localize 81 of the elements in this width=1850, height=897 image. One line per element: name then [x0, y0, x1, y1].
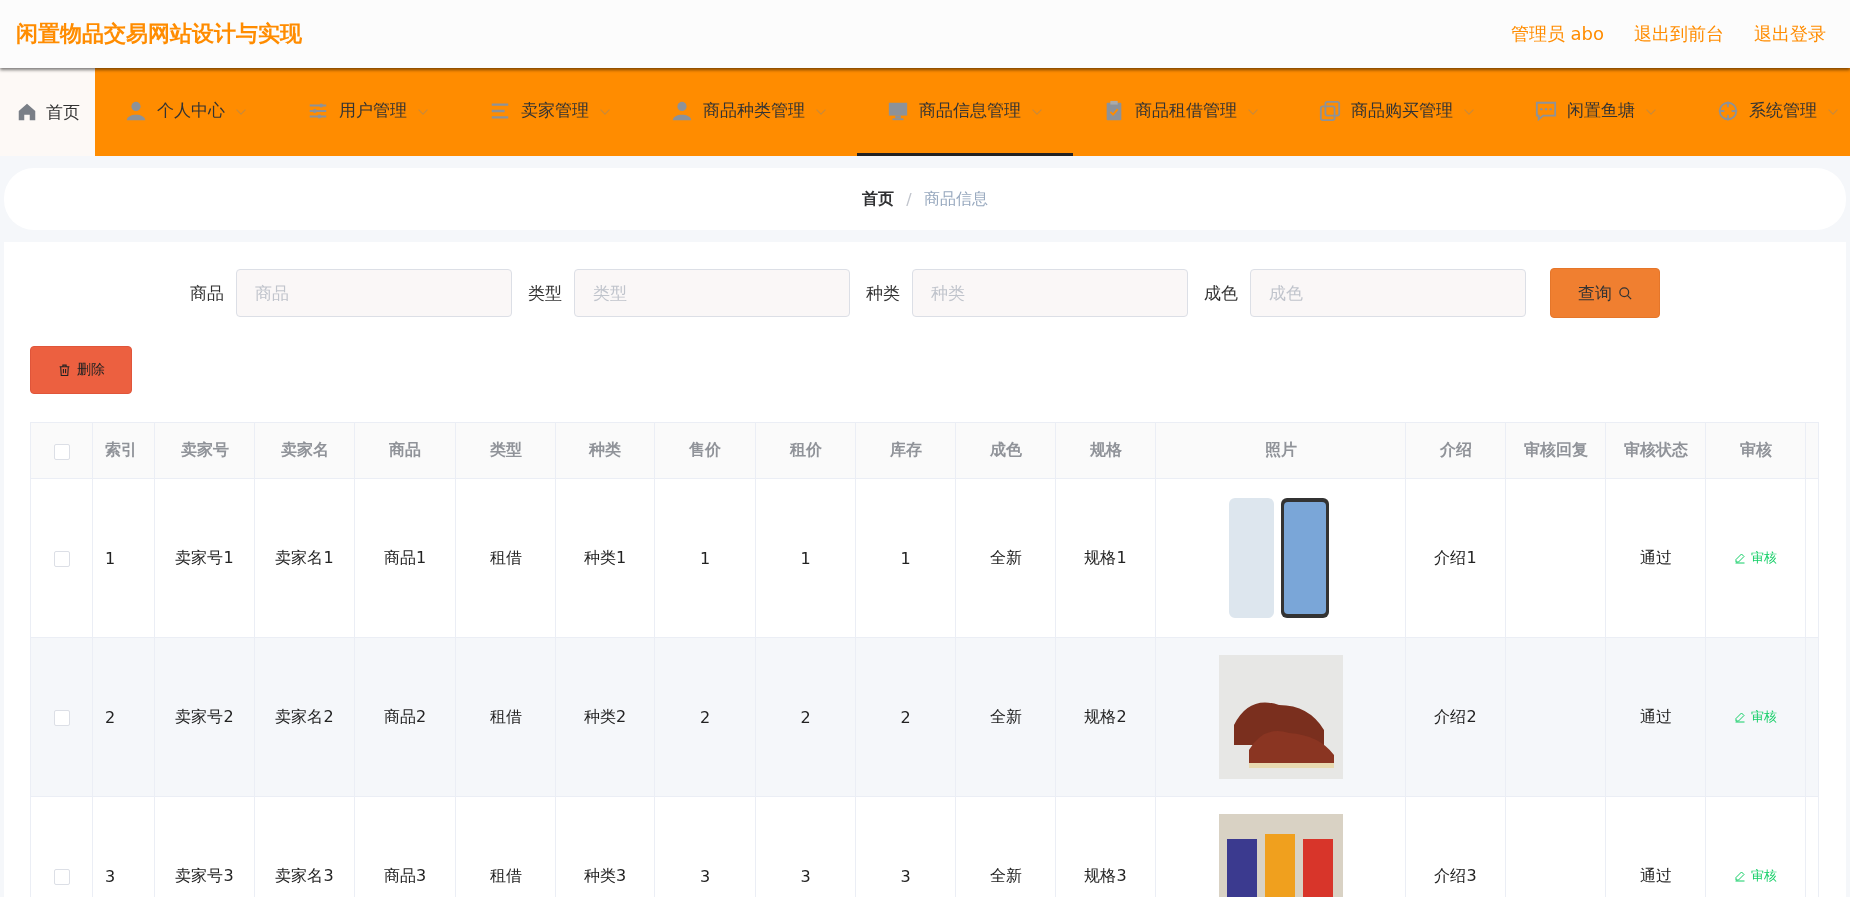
- nav-menu-item[interactable]: 商品购买管理: [1289, 68, 1505, 156]
- column-header: 租价: [755, 422, 856, 479]
- nav-menu-item[interactable]: 系统管理: [1687, 68, 1850, 156]
- column-header: 成色: [955, 422, 1056, 479]
- table-cell: 2: [755, 637, 856, 797]
- table-cell: 1: [855, 478, 956, 638]
- search-field[interactable]: 类型: [574, 269, 850, 317]
- table-cell: 2: [92, 637, 155, 797]
- person-icon: [125, 99, 147, 122]
- table-cell: 卖家号1: [154, 478, 255, 638]
- table-cell: 租借: [455, 637, 556, 797]
- table-cell: 商品2: [354, 637, 456, 797]
- search-button[interactable]: 查询: [1550, 268, 1660, 318]
- table-cell: 全新: [955, 637, 1056, 797]
- trash-icon: [57, 363, 71, 377]
- table-cell: 通过: [1605, 637, 1706, 797]
- field-label: 成色: [1204, 281, 1238, 305]
- table-cell: 租借: [455, 478, 556, 638]
- field-label: 类型: [528, 281, 562, 305]
- column-header: 卖家号: [154, 422, 255, 479]
- pencil-icon: [1734, 710, 1746, 723]
- row-checkbox[interactable]: [53, 551, 70, 567]
- breadcrumb-separator: /: [906, 189, 912, 209]
- column-header: 审核: [1705, 422, 1806, 479]
- field-label: 商品: [190, 281, 224, 305]
- row-checkbox[interactable]: [53, 869, 70, 885]
- nav-menu-item[interactable]: 闲置鱼塘: [1505, 68, 1687, 156]
- home-label: 首页: [45, 100, 80, 124]
- table-cell: 1: [654, 478, 756, 638]
- table-cell: 2: [654, 637, 756, 797]
- crosshair-icon: [1717, 99, 1739, 122]
- search-field[interactable]: 成色: [1250, 269, 1526, 317]
- pencil-icon: [1734, 551, 1746, 564]
- column-header: 规格: [1055, 422, 1156, 479]
- table-cell: 全新: [955, 478, 1056, 638]
- table-cell: 介绍2: [1405, 637, 1506, 797]
- nav-menu-item[interactable]: 卖家管理: [459, 68, 641, 156]
- nav-menu-item[interactable]: 商品租借管理: [1073, 68, 1289, 156]
- site-title: 闲置物品交易网站设计与实现: [16, 20, 302, 48]
- search-field[interactable]: 种类: [912, 269, 1188, 317]
- person-icon: [671, 99, 693, 122]
- chat-icon: [1535, 99, 1557, 122]
- column-header: 类型: [455, 422, 556, 479]
- column-header: 介绍: [1405, 422, 1506, 479]
- table-cell: 种类2: [555, 637, 655, 797]
- nav-menu-item[interactable]: 商品信息管理: [857, 68, 1073, 156]
- column-header: 审核回复: [1505, 422, 1606, 479]
- table-cell: 规格1: [1055, 478, 1156, 638]
- column-header: 库存: [855, 422, 956, 479]
- nav-menu-item[interactable]: 商品种类管理: [641, 68, 857, 156]
- table-cell: 卖家名1: [254, 478, 355, 638]
- table-cell: 1: [755, 478, 856, 638]
- field-label: 种类: [866, 281, 900, 305]
- breadcrumb-item[interactable]: 首页: [862, 188, 895, 210]
- nav-menu-item[interactable]: 个人中心: [95, 68, 277, 156]
- table-cell: 2: [855, 637, 956, 797]
- column-header: 索引: [92, 422, 155, 479]
- column-header: 商品: [354, 422, 456, 479]
- column-header: 售价: [654, 422, 756, 479]
- column-header: 种类: [555, 422, 655, 479]
- table-cell: 通过: [1605, 478, 1706, 638]
- column-header: 卖家名: [254, 422, 355, 479]
- column-header: 照片: [1155, 422, 1406, 479]
- table-cell: 卖家名2: [254, 637, 355, 797]
- breadcrumb-item: 商品信息: [923, 188, 988, 210]
- select-all-checkbox[interactable]: [53, 443, 70, 460]
- table-cell: 1: [92, 478, 155, 638]
- table-cell: 商品1: [354, 478, 456, 638]
- home-tab[interactable]: 首页: [0, 68, 95, 156]
- delete-button[interactable]: 删除: [30, 346, 132, 394]
- pencil-icon: [1734, 869, 1746, 882]
- search-field[interactable]: 商品: [236, 269, 512, 317]
- table-cell: 种类1: [555, 478, 655, 638]
- search-icon: [1617, 285, 1633, 301]
- nav-menu-item[interactable]: 用户管理: [277, 68, 459, 156]
- table-cell: 介绍1: [1405, 478, 1506, 638]
- row-checkbox[interactable]: [53, 710, 70, 726]
- copy-icon: [1319, 99, 1341, 122]
- table-cell: 规格2: [1055, 637, 1156, 797]
- column-header: 审核状态: [1605, 422, 1706, 479]
- table-cell: 卖家号2: [154, 637, 255, 797]
